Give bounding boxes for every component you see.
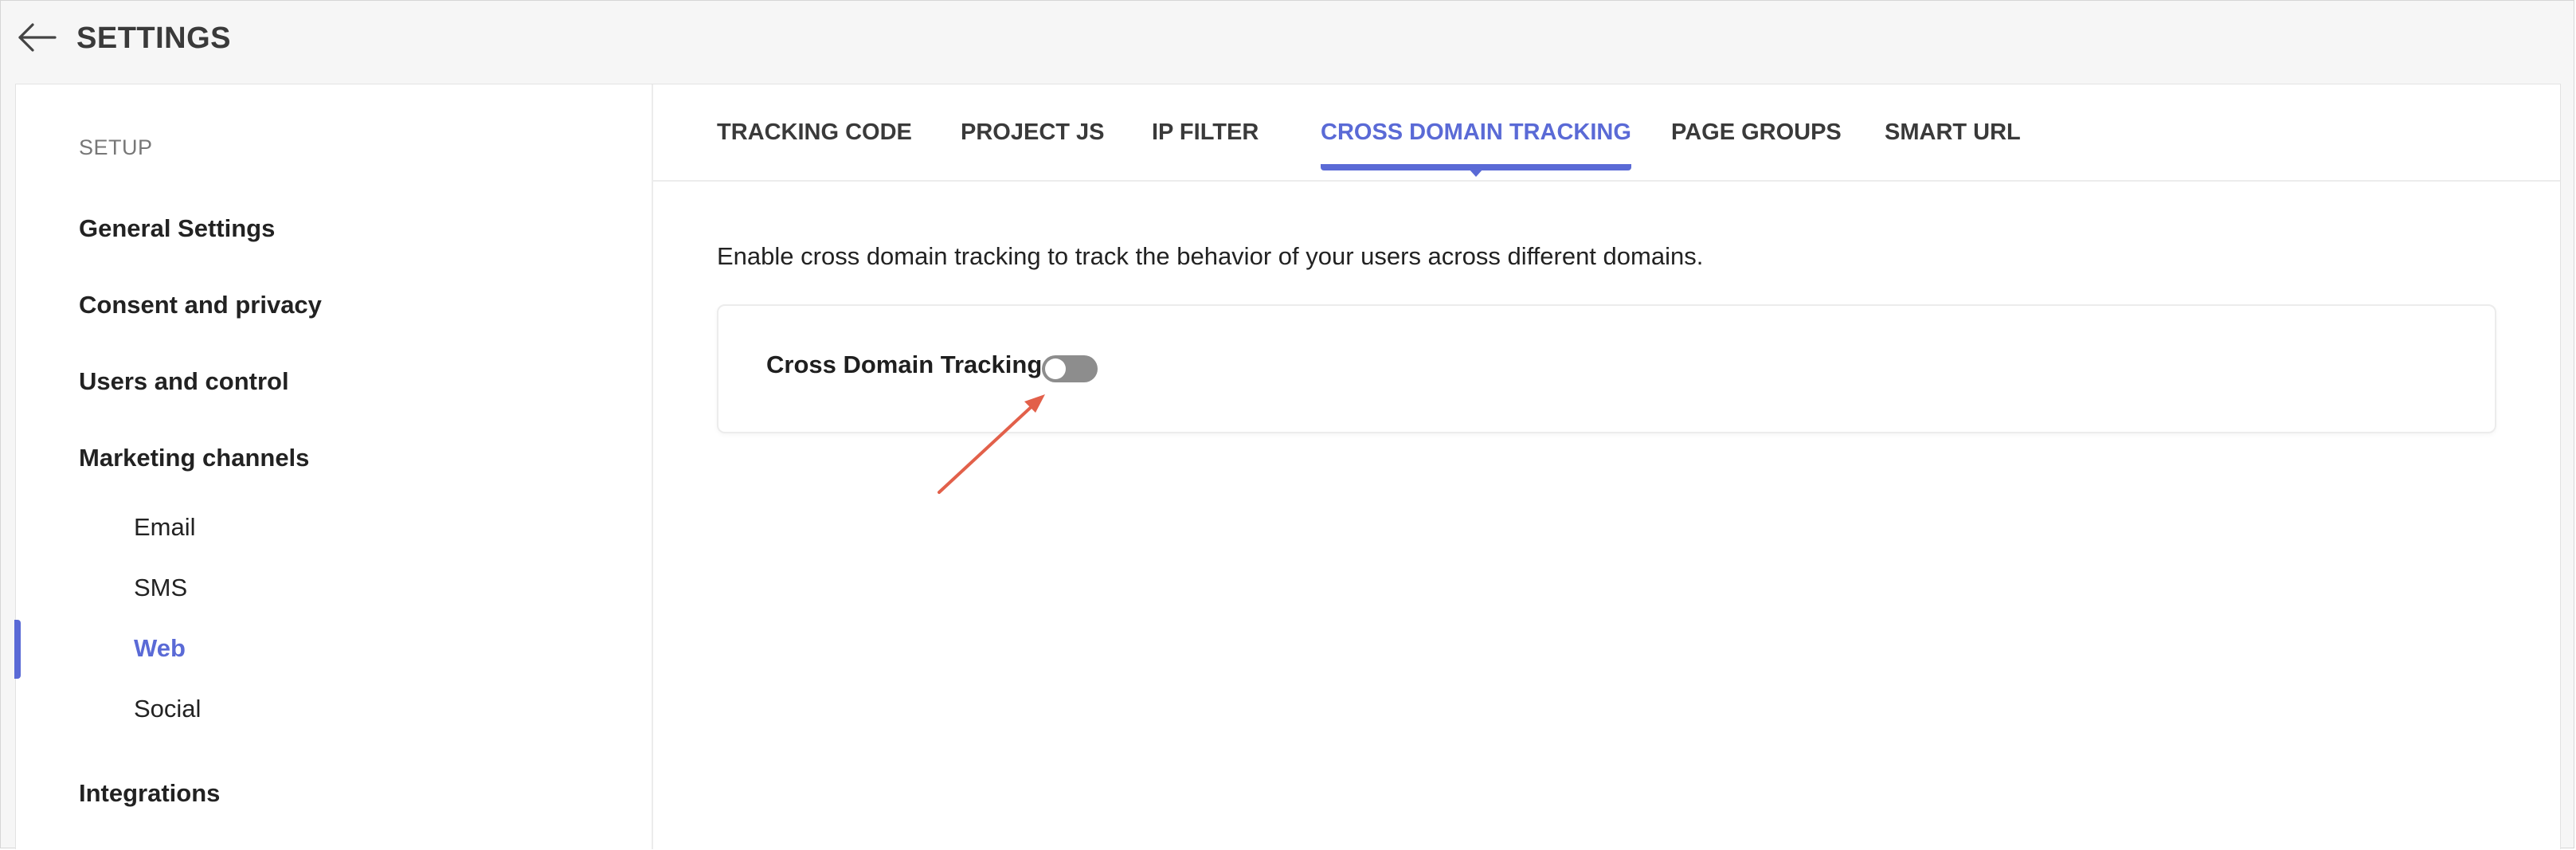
settings-panel: SETUP General Settings Consent and priva…: [14, 84, 2561, 849]
active-tab-caret-icon: [1468, 169, 1483, 177]
tab-ip-filter[interactable]: IP FILTER: [1152, 119, 1259, 146]
sidebar-item-integrations[interactable]: Integrations: [79, 779, 220, 808]
page-title: SETTINGS: [76, 22, 232, 55]
tab-project-js[interactable]: PROJECT JS: [961, 119, 1105, 146]
tab-cross-domain-tracking-label: CROSS DOMAIN TRACKING: [1321, 119, 1631, 145]
cross-domain-tracking-label: Cross Domain Tracking: [766, 351, 1043, 378]
main-content: TRACKING CODE PROJECT JS IP FILTER CROSS…: [653, 84, 2560, 849]
sidebar-subitem-web[interactable]: Web: [134, 634, 186, 663]
toggle-knob: [1045, 358, 1066, 379]
cross-domain-description: Enable cross domain tracking to track th…: [717, 242, 1704, 270]
tab-bar: TRACKING CODE PROJECT JS IP FILTER CROSS…: [653, 84, 2560, 182]
tab-page-groups[interactable]: PAGE GROUPS: [1671, 119, 1842, 146]
cross-domain-tracking-toggle[interactable]: [1042, 355, 1098, 382]
active-item-indicator: [14, 620, 21, 679]
header-bar: SETTINGS: [1, 1, 2574, 84]
tab-tracking-code[interactable]: TRACKING CODE: [717, 119, 912, 146]
cross-domain-tracking-card: Cross Domain Tracking: [717, 304, 2496, 433]
sidebar-item-marketing-channels[interactable]: Marketing channels: [79, 444, 309, 472]
sidebar-subitem-email[interactable]: Email: [134, 513, 196, 542]
tab-smart-url[interactable]: SMART URL: [1885, 119, 2021, 146]
tab-cross-domain-tracking[interactable]: CROSS DOMAIN TRACKING: [1321, 119, 1631, 177]
sidebar-subitem-sms[interactable]: SMS: [134, 574, 187, 602]
arrow-left-icon[interactable]: [15, 18, 58, 57]
sidebar-section-setup: SETUP: [79, 135, 153, 159]
sidebar-item-users-and-control[interactable]: Users and control: [79, 367, 289, 396]
sidebar: SETUP General Settings Consent and priva…: [14, 84, 653, 849]
sidebar-item-general-settings[interactable]: General Settings: [79, 214, 275, 243]
sidebar-subitem-social[interactable]: Social: [134, 695, 201, 723]
sidebar-item-consent-and-privacy[interactable]: Consent and privacy: [79, 291, 322, 319]
settings-window: SETTINGS SETUP General Settings Consent …: [0, 0, 2574, 849]
